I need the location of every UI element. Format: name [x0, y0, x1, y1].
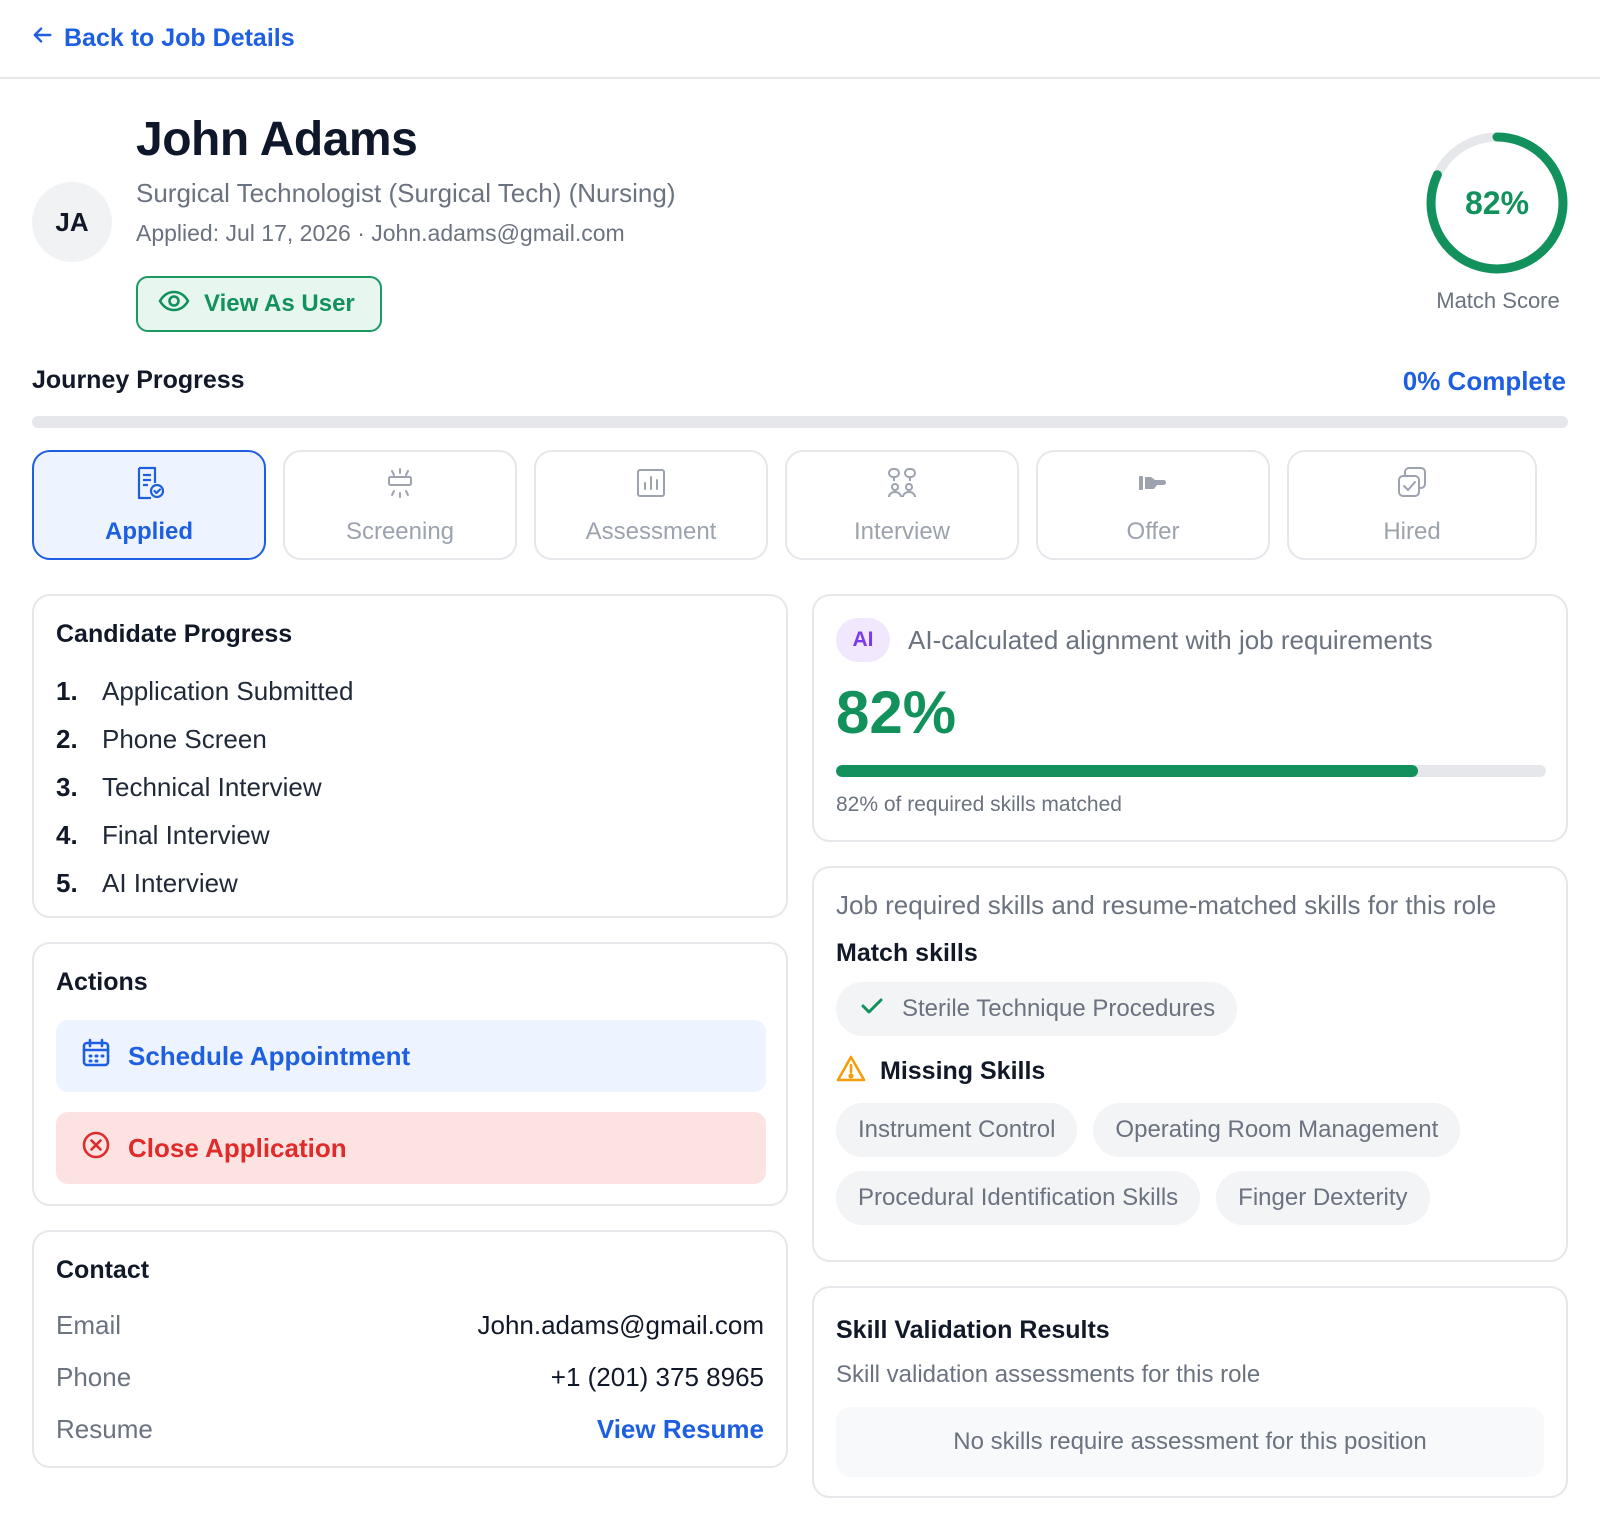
skill-validation-empty-state: No skills require assessment for this po… [836, 1407, 1544, 1477]
candidate-progress-list: 1. Application Submitted 2. Phone Screen 3… [56, 667, 764, 907]
screening-icon [382, 465, 418, 508]
view-as-user-button[interactable]: View As User [136, 276, 382, 332]
stage-interview-label: Interview [853, 517, 951, 545]
close-circle-icon [80, 1129, 112, 1168]
warning-icon [836, 1054, 866, 1089]
bar-chart-icon [633, 465, 669, 508]
alignment-progress-fill [836, 765, 1419, 777]
candidate-role: Surgical Technologist (Surgical Tech) (N… [136, 178, 676, 208]
calendar-icon [80, 1037, 112, 1076]
match-score-ring: 82% [1424, 130, 1570, 276]
stage-offer-label: Offer [1126, 517, 1180, 545]
candidate-progress-card: Candidate Progress 1. Application Submitt… [32, 594, 788, 918]
skill-validation-card: Skill Validation Results Skill validatio… [812, 1286, 1568, 1498]
skills-description: Job required skills and resume-matched s… [836, 890, 1497, 920]
alignment-progress-bar [836, 765, 1546, 777]
applied-info: Applied: Jul 17, 2026 · John.adams@gmail… [136, 220, 625, 246]
email-value: John.adams@gmail.com [477, 1309, 764, 1340]
ai-alignment-card: AI AI-calculated alignment with job requ… [812, 594, 1568, 842]
alignment-note: 82% of required skills matched [836, 793, 1122, 816]
stage-screening[interactable]: Screening [283, 450, 517, 560]
missing-skill-chip: Operating Room Management [1093, 1103, 1461, 1157]
arrow-left-icon [32, 24, 54, 53]
contact-email-row: Email John.adams@gmail.com [56, 1299, 764, 1351]
stage-applied-label: Applied [105, 517, 193, 545]
candidate-name: John Adams [136, 113, 418, 166]
match-score-label: Match Score [1436, 288, 1560, 313]
view-as-user-label: View As User [204, 290, 355, 317]
missing-skills-header: Missing Skills [836, 1054, 1544, 1089]
stage-screening-label: Screening [345, 517, 455, 545]
contact-phone-row: Phone +1 (201) 375 8965 [56, 1351, 764, 1403]
matched-skill-chip: Sterile Technique Procedures [836, 982, 1238, 1036]
close-application-label: Close Application [128, 1132, 347, 1163]
contact-card: Contact Email John.adams@gmail.com Phone… [32, 1230, 788, 1468]
match-skills-title: Match skills [836, 939, 978, 967]
stage-hired-label: Hired [1383, 517, 1441, 545]
list-item: 2. Phone Screen [56, 723, 267, 754]
list-item: 5. AI Interview [56, 867, 238, 898]
stage-offer[interactable]: Offer [1036, 450, 1270, 560]
skill-validation-subtitle: Skill validation assessments for this ro… [836, 1361, 1261, 1388]
schedule-appointment-button[interactable]: Schedule Appointment [56, 1020, 766, 1092]
stage-interview[interactable]: Interview [785, 450, 1019, 560]
list-item: 1. Application Submitted [56, 675, 354, 706]
missing-skills-title: Missing Skills [880, 1057, 1046, 1085]
missing-skill-chip: Finger Dexterity [1216, 1171, 1430, 1225]
stage-applied[interactable]: Applied [32, 450, 266, 560]
missing-skill-chip: Procedural Identification Skills [836, 1171, 1201, 1225]
eye-icon [158, 285, 190, 324]
ai-alignment-description: AI-calculated alignment with job require… [908, 624, 1433, 655]
back-to-job-details-link[interactable]: Back to Job Details [32, 24, 295, 53]
missing-skill-chip: Instrument Control [836, 1103, 1078, 1157]
match-score-value: 82% [1464, 184, 1530, 221]
stage-assessment[interactable]: Assessment [534, 450, 768, 560]
skills-card: Job required skills and resume-matched s… [812, 866, 1568, 1262]
journey-progress-bar [32, 416, 1568, 428]
check-icon [858, 992, 886, 1027]
ai-badge: AI [836, 618, 890, 662]
list-item: 4. Final Interview [56, 819, 270, 850]
candidate-progress-title: Candidate Progress [56, 620, 293, 648]
journey-progress-title: Journey Progress [32, 366, 245, 394]
skill-validation-title: Skill Validation Results [836, 1316, 1110, 1344]
list-item: 3. Technical Interview [56, 771, 322, 802]
phone-label: Phone [56, 1361, 132, 1392]
email-label: Email [56, 1309, 122, 1340]
actions-title: Actions [56, 968, 148, 996]
journey-stages: Applied Screening Assessment Interview O… [32, 450, 1568, 560]
contact-title: Contact [56, 1256, 150, 1284]
avatar: JA [32, 182, 112, 262]
stage-assessment-label: Assessment [585, 517, 717, 545]
copy-check-icon [1394, 465, 1430, 508]
document-check-icon [131, 465, 167, 508]
people-icon [884, 465, 920, 508]
schedule-appointment-label: Schedule Appointment [128, 1040, 411, 1071]
alignment-percent: 82% [836, 679, 957, 746]
actions-card: Actions Schedule Appointment Close Appli… [32, 942, 788, 1206]
handshake-icon [1135, 465, 1171, 508]
resume-label: Resume [56, 1413, 153, 1444]
top-bar: Back to Job Details [0, 0, 1600, 79]
journey-complete-percent: 0% Complete [1402, 366, 1566, 396]
view-resume-link[interactable]: View Resume [597, 1414, 764, 1445]
phone-value: +1 (201) 375 8965 [550, 1361, 764, 1392]
close-application-button[interactable]: Close Application [56, 1112, 766, 1184]
back-link-label: Back to Job Details [64, 24, 295, 52]
stage-hired[interactable]: Hired [1287, 450, 1537, 560]
contact-resume-row: Resume View Resume [56, 1403, 764, 1455]
